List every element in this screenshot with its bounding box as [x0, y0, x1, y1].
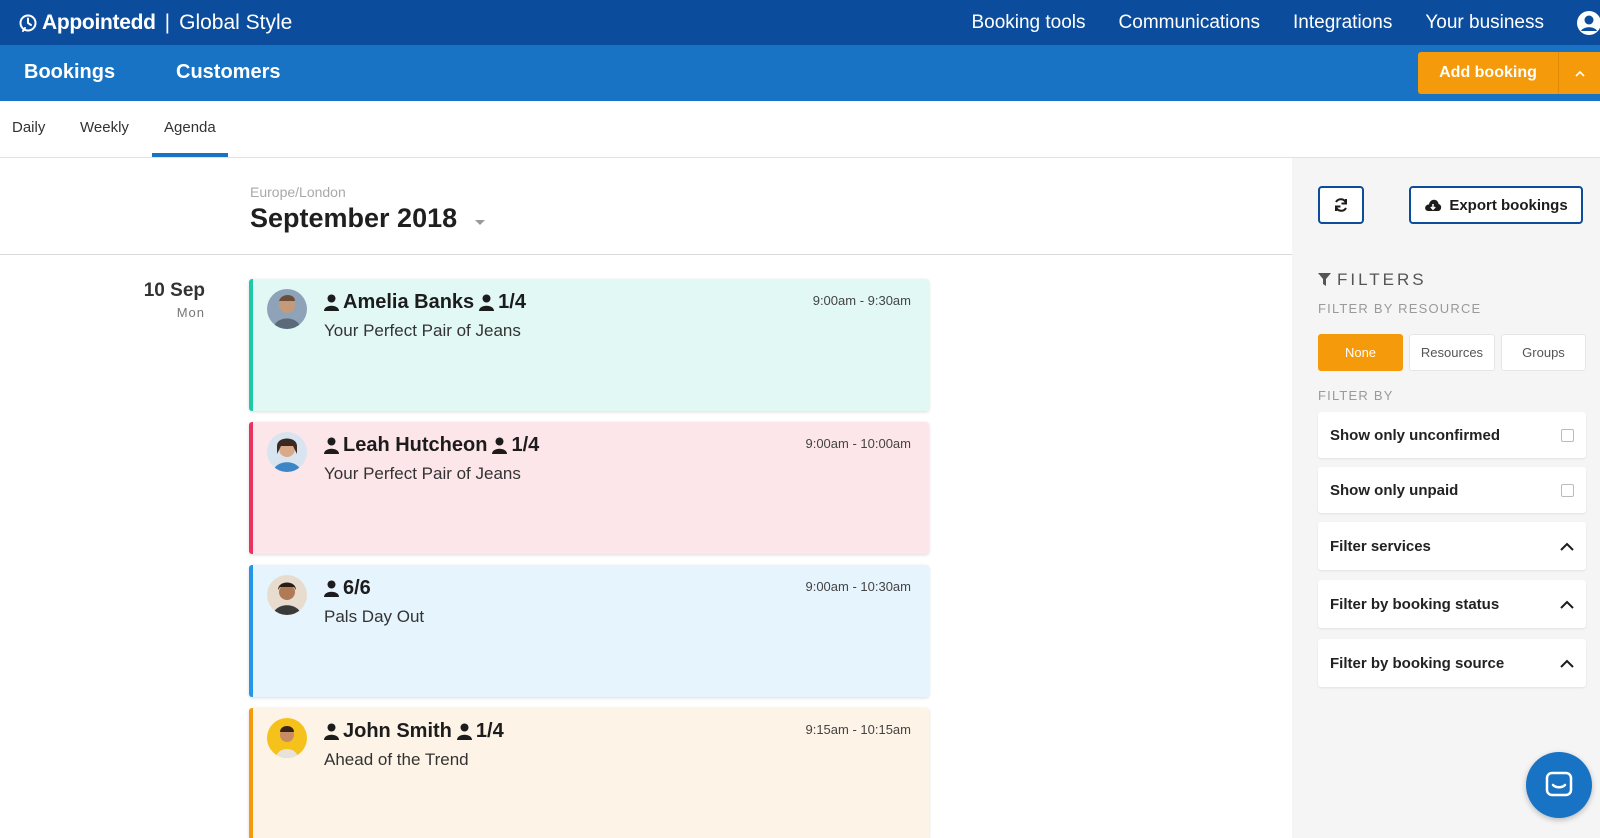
- active-tab-indicator: [152, 153, 228, 157]
- chevron-up-icon: [1560, 600, 1574, 609]
- filter-booking-source[interactable]: Filter by booking source: [1318, 639, 1586, 687]
- filter-label: Filter by booking source: [1330, 654, 1505, 672]
- booking-capacity: 1/4: [475, 720, 504, 742]
- booking-time: 9:00am - 10:30am: [805, 579, 911, 594]
- add-booking-dropdown-toggle[interactable]: [1559, 70, 1600, 77]
- booking-capacity: 6/6: [343, 577, 371, 599]
- user-icon: [324, 580, 339, 597]
- export-bookings-button[interactable]: Export bookings: [1409, 186, 1583, 224]
- divider: [0, 254, 1292, 255]
- booking-heading: John Smith 1/4: [324, 720, 504, 743]
- user-icon: [324, 294, 339, 311]
- brand-subtitle: Global Style: [179, 10, 293, 34]
- booking-heading: Leah Hutcheon 1/4: [324, 434, 539, 457]
- view-tabs: Daily Weekly Agenda: [0, 101, 1600, 158]
- customer-name: Leah Hutcheon: [343, 434, 488, 456]
- chevron-up-icon: [1560, 659, 1574, 668]
- user-icon: [456, 723, 472, 740]
- user-icon: [479, 294, 495, 311]
- tab-agenda[interactable]: Agenda: [164, 119, 216, 136]
- month-selector[interactable]: September 2018: [250, 203, 457, 234]
- customer-name: Amelia Banks: [343, 291, 475, 313]
- top-bar: Appointedd | Global Style Booking tools …: [0, 0, 1600, 45]
- filter-label: Show only unconfirmed: [1330, 426, 1501, 444]
- timezone-label: Europe/London: [250, 184, 346, 200]
- nav-integrations[interactable]: Integrations: [1293, 12, 1392, 34]
- resource-option-groups[interactable]: Groups: [1501, 334, 1586, 371]
- service-name: Your Perfect Pair of Jeans: [324, 321, 521, 340]
- unpaid-checkbox[interactable]: [1561, 483, 1574, 497]
- tab-daily[interactable]: Daily: [12, 119, 45, 136]
- service-name: Your Perfect Pair of Jeans: [324, 464, 521, 483]
- user-icon: [492, 437, 508, 454]
- add-booking-label: Add booking: [1439, 64, 1537, 81]
- appointedd-logo-icon: [19, 14, 37, 32]
- nav-communications[interactable]: Communications: [1119, 12, 1261, 34]
- booking-heading: 6/6: [324, 577, 371, 600]
- nav-booking-tools[interactable]: Booking tools: [971, 12, 1085, 34]
- booking-card[interactable]: John Smith 1/4 Ahead of the Trend 9:15am…: [249, 708, 929, 838]
- booking-card[interactable]: Leah Hutcheon 1/4 Your Perfect Pair of J…: [249, 422, 929, 554]
- customer-name: John Smith: [343, 720, 452, 742]
- user-icon: [324, 437, 339, 454]
- tab-customers[interactable]: Customers: [176, 61, 280, 84]
- agenda-panel: Europe/London September 2018 10 Sep Mon …: [0, 158, 1292, 838]
- filters-title: FILTERS: [1337, 270, 1427, 289]
- filter-services[interactable]: Filter services: [1318, 522, 1586, 570]
- filter-funnel-icon: [1318, 273, 1331, 286]
- unconfirmed-checkbox[interactable]: [1561, 428, 1574, 442]
- service-name: Pals Day Out: [324, 607, 425, 626]
- filter-unpaid[interactable]: Show only unpaid: [1318, 467, 1586, 513]
- user-icon: [324, 723, 339, 740]
- booking-time: 9:00am - 10:00am: [805, 436, 911, 451]
- avatar: [267, 575, 307, 615]
- booking-heading: Amelia Banks 1/4: [324, 291, 526, 314]
- filter-by-label: FILTER BY: [1318, 388, 1394, 403]
- section-nav-bar: Bookings Customers Add booking: [0, 45, 1600, 101]
- resource-option-none[interactable]: None: [1318, 334, 1403, 371]
- filter-by-resource-label: FILTER BY RESOURCE: [1318, 301, 1482, 316]
- chat-launcher-button[interactable]: [1526, 752, 1592, 818]
- avatar: [267, 432, 307, 472]
- add-booking-button[interactable]: Add booking: [1418, 52, 1600, 94]
- booking-card[interactable]: 6/6 Pals Day Out 9:00am - 10:30am: [249, 565, 929, 697]
- refresh-icon: [1335, 198, 1347, 212]
- brand-name: Appointedd: [42, 10, 156, 34]
- avatar: [267, 718, 307, 758]
- service-name: Ahead of the Trend: [324, 750, 469, 769]
- chevron-up-icon: [1560, 542, 1574, 551]
- filters-heading: FILTERS: [1318, 270, 1427, 290]
- refresh-button[interactable]: [1318, 186, 1364, 224]
- filter-label: Show only unpaid: [1330, 481, 1459, 499]
- brand[interactable]: Appointedd | Global Style: [18, 11, 292, 35]
- booking-time: 9:15am - 10:15am: [805, 722, 911, 737]
- filters-panel: Export bookings FILTERS FILTER BY RESOUR…: [1292, 158, 1600, 838]
- user-account-icon[interactable]: [1576, 10, 1600, 36]
- brand-separator: |: [164, 10, 171, 34]
- day-weekday: Mon: [176, 305, 205, 320]
- cloud-download-icon: [1425, 199, 1442, 211]
- export-bookings-label: Export bookings: [1449, 196, 1568, 214]
- booking-capacity: 1/4: [498, 291, 526, 313]
- day-date: 10 Sep: [143, 280, 205, 301]
- tab-weekly[interactable]: Weekly: [80, 119, 129, 136]
- chat-icon: [1545, 771, 1573, 797]
- booking-time: 9:00am - 9:30am: [812, 293, 911, 308]
- filter-unconfirmed[interactable]: Show only unconfirmed: [1318, 412, 1586, 458]
- filter-label: Filter services: [1330, 537, 1431, 555]
- avatar: [267, 289, 307, 329]
- top-nav: Booking tools Communications Integration…: [938, 0, 1600, 45]
- resource-option-resources[interactable]: Resources: [1409, 334, 1495, 371]
- filter-label: Filter by booking status: [1330, 595, 1500, 613]
- caret-down-icon[interactable]: [475, 220, 485, 225]
- filter-booking-status[interactable]: Filter by booking status: [1318, 580, 1586, 628]
- booking-capacity: 1/4: [511, 434, 540, 456]
- nav-your-business[interactable]: Your business: [1425, 12, 1544, 34]
- tab-bookings[interactable]: Bookings: [24, 61, 115, 84]
- booking-card[interactable]: Amelia Banks 1/4 Your Perfect Pair of Je…: [249, 279, 929, 411]
- chevron-up-icon: [1574, 70, 1585, 77]
